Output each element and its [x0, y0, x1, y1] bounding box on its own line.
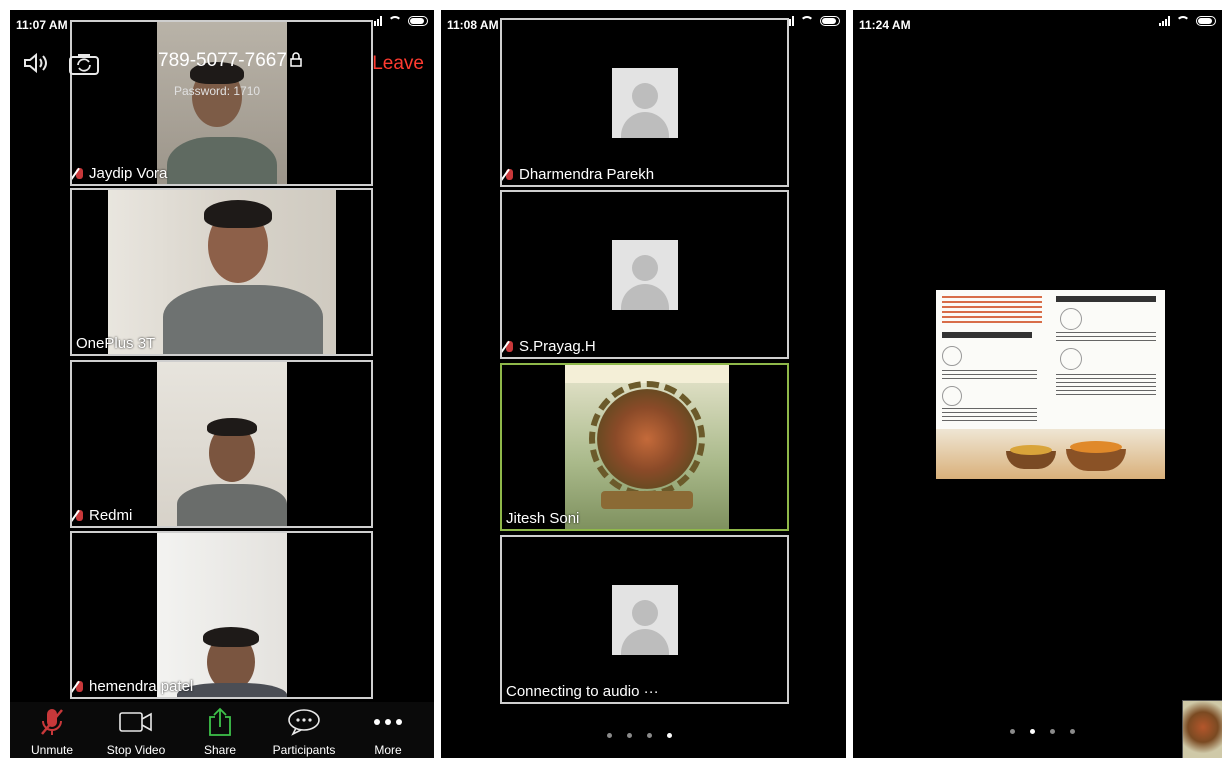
avatar-placeholder-icon — [612, 68, 678, 138]
wifi-icon — [1176, 16, 1190, 26]
video-tile[interactable]: Connecting to audio ··· — [500, 535, 789, 704]
muted-mic-icon — [76, 168, 83, 179]
video-tile[interactable]: hemendra patel — [70, 531, 373, 699]
meeting-id[interactable]: 789-5077-7667 — [158, 50, 302, 73]
page-dot — [647, 733, 652, 738]
battery-icon — [1196, 16, 1216, 26]
speaker-icon[interactable] — [22, 52, 50, 80]
meeting-header: 789-5077-7667 Password: 1710 Leave — [10, 36, 434, 102]
video-tile[interactable]: S.Prayag.H — [500, 190, 789, 359]
video-camera-icon — [96, 707, 176, 737]
muted-mic-icon — [506, 341, 513, 352]
shared-screen-content[interactable] — [936, 290, 1165, 479]
participant-name: S.Prayag.H — [506, 338, 596, 355]
page-dot — [1050, 729, 1055, 734]
page-indicator[interactable] — [607, 733, 672, 738]
share-label: Share — [203, 743, 237, 757]
video-tile[interactable]: OnePlus 3T — [70, 188, 373, 356]
participant-name: Jitesh Soni — [506, 510, 580, 527]
share-icon — [180, 707, 260, 737]
status-bar: 11:24 AM — [853, 10, 1222, 36]
stop-video-button[interactable]: Stop Video — [96, 707, 176, 758]
unmute-label: Unmute — [30, 743, 74, 757]
status-time: 11:24 AM — [859, 18, 911, 32]
self-view-thumbnail[interactable] — [1182, 700, 1222, 758]
signal-icon — [1159, 16, 1170, 26]
video-tile[interactable]: Redmi — [70, 360, 373, 528]
participant-name: Redmi — [76, 507, 132, 524]
unmute-button[interactable]: Unmute — [12, 707, 92, 758]
page-indicator[interactable] — [1010, 729, 1075, 734]
status-time: 11:08 AM — [447, 18, 499, 32]
page-dot-active — [1030, 729, 1035, 734]
lock-icon — [290, 51, 302, 73]
switch-camera-icon[interactable] — [68, 52, 100, 82]
page-dot-active — [667, 733, 672, 738]
meeting-toolbar: Unmute Stop Video Share Participants Mor… — [10, 702, 434, 758]
stop-video-label: Stop Video — [106, 743, 166, 757]
more-dots-icon — [348, 707, 428, 737]
page-dot — [1070, 729, 1075, 734]
battery-icon — [820, 16, 840, 26]
phone-screen-share: 11:24 AM — [853, 10, 1222, 758]
participant-name: Jaydip Vora — [76, 165, 167, 182]
participant-name: hemendra patel — [76, 678, 193, 695]
battery-icon — [408, 16, 428, 26]
participant-name: Dharmendra Parekh — [506, 166, 654, 183]
page-dot — [607, 733, 612, 738]
muted-mic-icon — [506, 169, 513, 180]
leave-button[interactable]: Leave — [372, 53, 424, 75]
video-tile-active-speaker[interactable]: Jitesh Soni — [500, 363, 789, 531]
wifi-icon — [800, 16, 814, 26]
muted-mic-icon — [12, 707, 92, 737]
participant-name: OnePlus 3T — [76, 335, 156, 352]
participants-button[interactable]: Participants — [264, 707, 344, 758]
share-button[interactable]: Share — [180, 707, 260, 758]
page-dot — [627, 733, 632, 738]
video-tile[interactable]: Dharmendra Parekh — [500, 18, 789, 187]
avatar-placeholder-icon — [612, 240, 678, 310]
phone-screen-gallery: 11:08 AM Dharmendra Parekh S.Prayag.H Ji… — [441, 10, 846, 758]
meeting-password: Password: 1710 — [174, 84, 261, 98]
chat-bubble-icon — [264, 707, 344, 737]
status-time: 11:07 AM — [16, 18, 68, 32]
wifi-icon — [388, 16, 402, 26]
participants-label: Participants — [272, 743, 336, 757]
avatar-placeholder-icon — [612, 585, 678, 655]
shared-image — [565, 365, 729, 529]
page-dot — [1010, 729, 1015, 734]
phone-screen-meeting: 11:07 AM Jaydip Vora OnePlus 3T Redmi he… — [10, 10, 434, 758]
muted-mic-icon — [76, 510, 83, 521]
more-button[interactable]: More — [348, 707, 428, 758]
more-label: More — [374, 743, 402, 757]
muted-mic-icon — [76, 681, 83, 692]
connecting-audio-status: Connecting to audio ··· — [506, 683, 659, 700]
